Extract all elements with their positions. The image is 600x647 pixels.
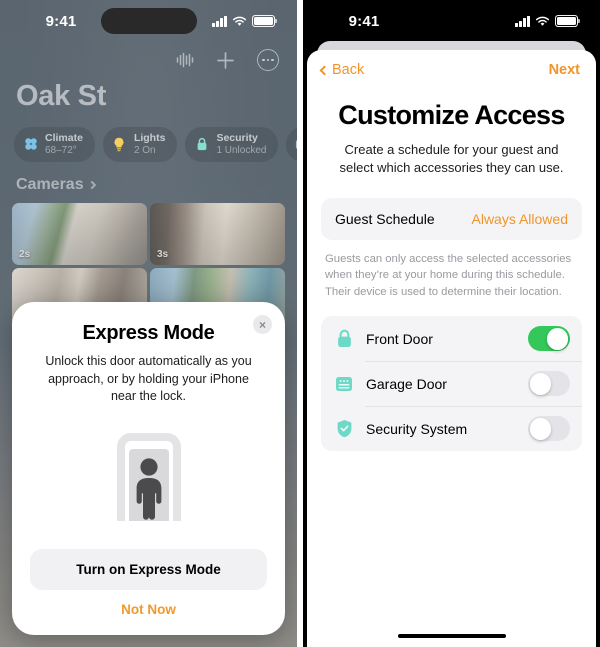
accessory-row-front-door[interactable]: Front Door bbox=[321, 316, 582, 361]
customize-access-sheet: Back Next Customize Access Create a sche… bbox=[307, 50, 596, 647]
toggle-knob bbox=[529, 373, 552, 395]
turn-on-express-mode-button[interactable]: Turn on Express Mode bbox=[30, 549, 267, 590]
accessory-toggle[interactable] bbox=[528, 416, 570, 442]
back-label: Back bbox=[332, 62, 365, 78]
dialog-body-text: Unlock this door automatically as you ap… bbox=[45, 354, 252, 403]
left-phone-screen: 9:41 Oak St Climate 68–72° Lights 2 On S… bbox=[0, 0, 297, 647]
status-bar-indicators bbox=[500, 15, 581, 27]
accessory-name: Security System bbox=[366, 420, 468, 437]
express-mode-dialog: × Express Mode Unlock this door automati… bbox=[12, 302, 285, 635]
person-in-doorway-icon bbox=[30, 427, 267, 523]
close-icon[interactable]: × bbox=[253, 315, 272, 335]
sheet-navigation-bar: Back Next bbox=[307, 50, 596, 82]
schedule-note-text: Guests can only access the selected acce… bbox=[325, 252, 572, 298]
next-button[interactable]: Next bbox=[549, 62, 580, 78]
accessory-row-security-system[interactable]: Security System bbox=[321, 406, 582, 451]
dynamic-island bbox=[403, 8, 500, 34]
right-phone-screen: 9:41 Back Next Customize Access Create a bbox=[303, 0, 600, 647]
status-bar-time: 9:41 bbox=[348, 12, 380, 30]
screenshot-stage: 9:41 Oak St Climate 68–72° Lights 2 On S… bbox=[0, 0, 600, 647]
accessory-list: Front Door Garage Door Security System bbox=[321, 316, 582, 452]
back-button[interactable]: Back bbox=[319, 62, 365, 78]
lock-icon bbox=[334, 329, 354, 349]
right-status-bar: 9:41 bbox=[303, 0, 600, 42]
toggle-knob bbox=[529, 418, 552, 440]
sheet-title: Customize Access bbox=[338, 100, 565, 130]
dialog-title: Express Mode bbox=[82, 322, 215, 345]
guest-schedule-label: Guest Schedule bbox=[335, 210, 435, 227]
guest-schedule-value: Always Allowed bbox=[471, 210, 569, 227]
accessory-toggle[interactable] bbox=[528, 326, 570, 352]
battery-icon bbox=[555, 15, 581, 27]
accessory-row-garage-door[interactable]: Garage Door bbox=[321, 361, 582, 406]
guest-schedule-row[interactable]: Guest Schedule Always Allowed bbox=[321, 198, 582, 240]
wifi-icon bbox=[535, 16, 550, 27]
chevron-left-icon bbox=[319, 65, 330, 75]
guest-schedule-card: Guest Schedule Always Allowed bbox=[321, 197, 582, 240]
toggle-knob bbox=[546, 328, 569, 350]
accessory-name: Garage Door bbox=[366, 375, 447, 392]
accessory-name: Front Door bbox=[366, 330, 433, 347]
shield-check-icon bbox=[334, 419, 354, 439]
garage-door-icon bbox=[334, 374, 354, 394]
accessory-toggle[interactable] bbox=[528, 371, 570, 397]
not-now-button[interactable]: Not Now bbox=[30, 590, 267, 623]
sheet-subtitle: Create a schedule for your guest and sel… bbox=[339, 142, 564, 176]
home-indicator[interactable] bbox=[397, 633, 506, 638]
cellular-signal-icon bbox=[515, 15, 530, 27]
